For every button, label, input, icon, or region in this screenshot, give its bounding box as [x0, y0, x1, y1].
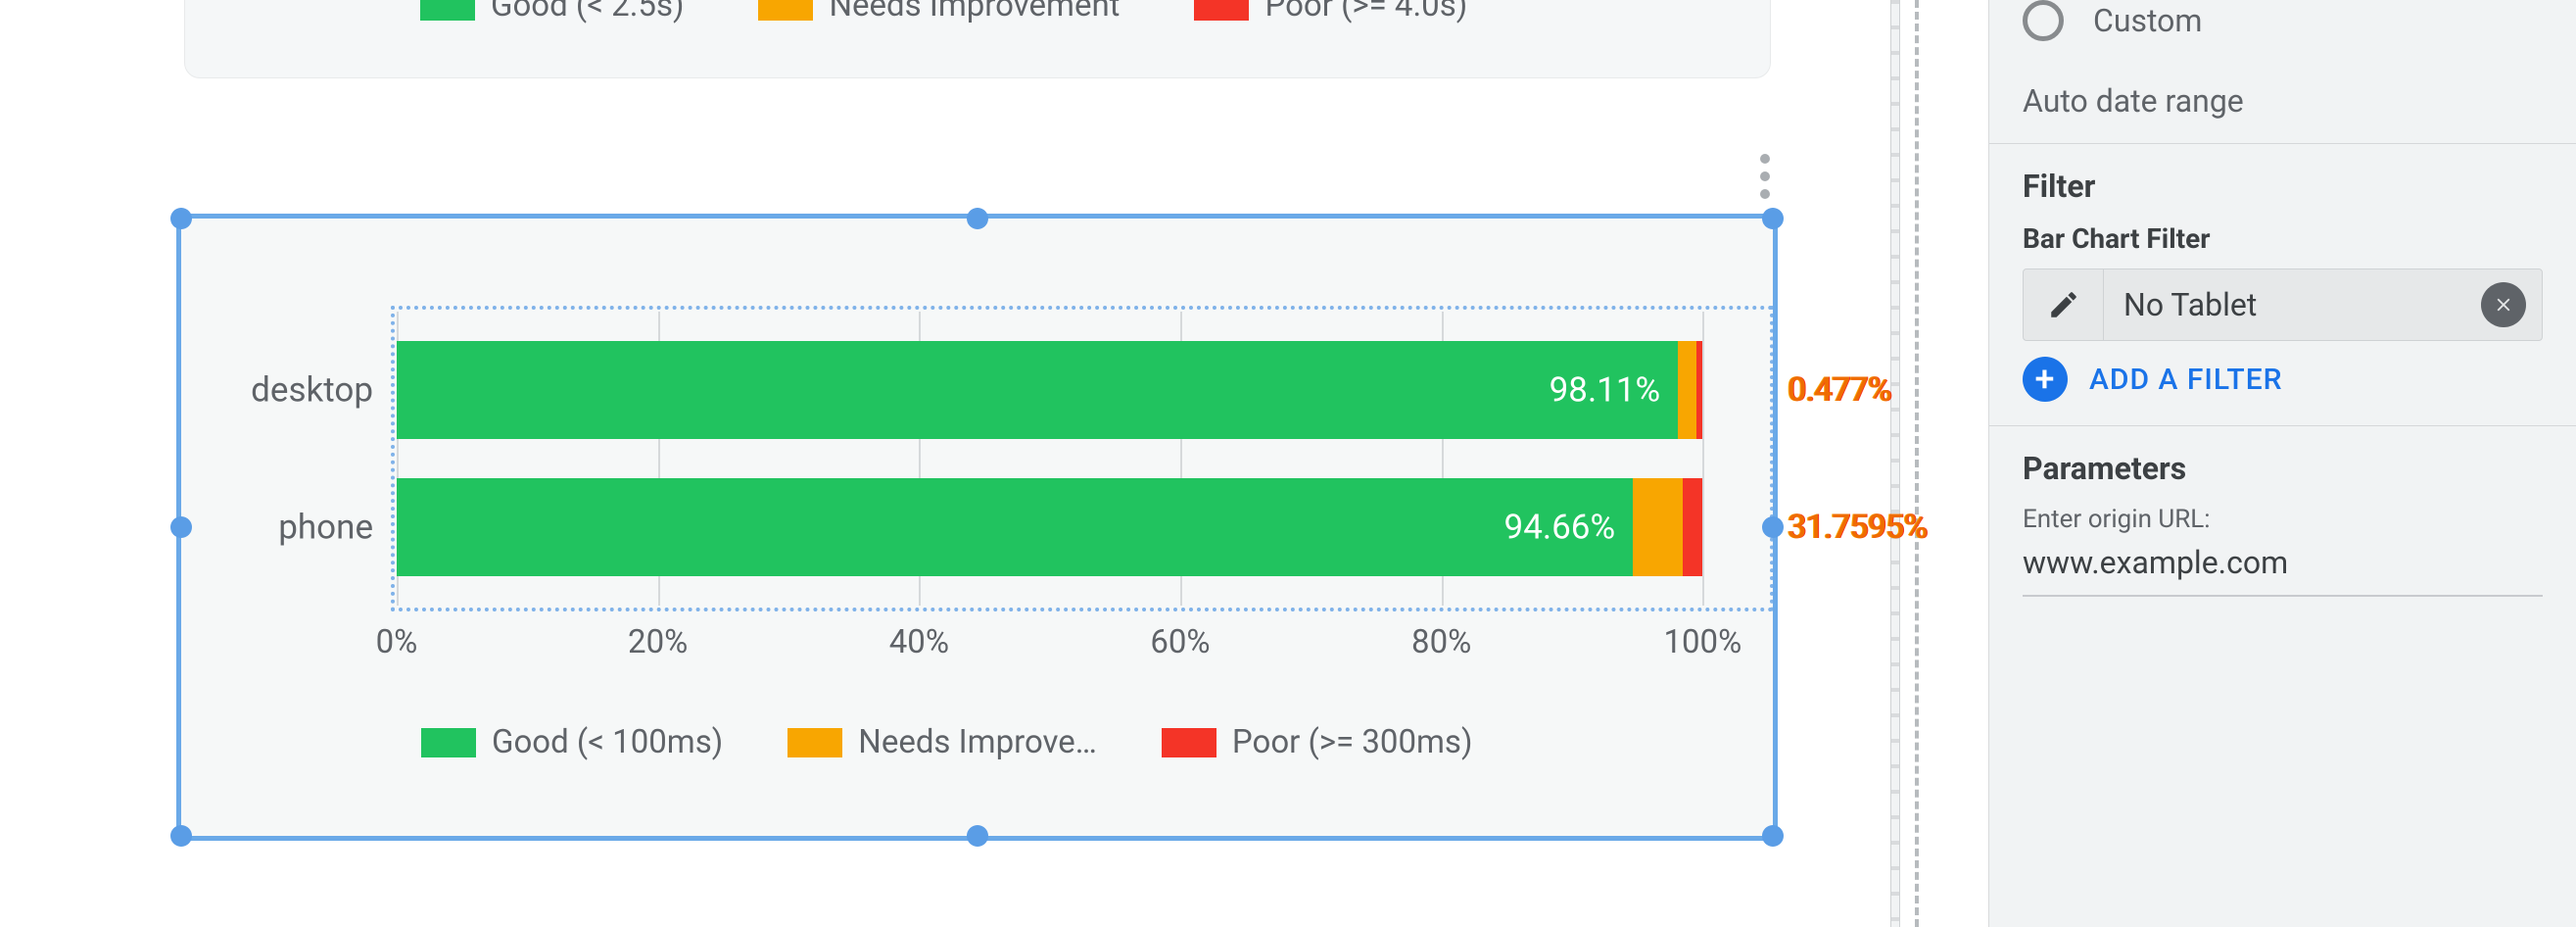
canvas-ruler	[1890, 0, 1900, 927]
legend-item-need: Needs Improvement	[758, 0, 1120, 24]
bar-value-overlap: 0.477%	[1788, 370, 1891, 410]
resize-handle-n[interactable]	[967, 208, 988, 229]
remove-filter-button[interactable]	[2481, 282, 2526, 327]
legend-item-good: Good (< 2.5s)	[420, 0, 684, 24]
filter-subheading: Bar Chart Filter	[2023, 222, 2543, 255]
param-value-input[interactable]: www.example.com	[2023, 544, 2543, 597]
auto-date-range-label: Auto date range	[2023, 82, 2244, 120]
legend-label: Needs Improvement	[829, 0, 1120, 24]
radio-icon[interactable]	[2023, 0, 2064, 41]
add-filter-button[interactable]: + ADD A FILTER	[2023, 357, 2543, 402]
add-filter-label: ADD A FILTER	[2089, 363, 2283, 397]
swatch-poor	[1194, 0, 1249, 21]
resize-handle-e[interactable]	[1762, 516, 1784, 538]
pencil-icon	[2047, 288, 2080, 321]
swatch-need	[758, 0, 813, 21]
legend-label: Poor (>= 4.0s)	[1264, 0, 1467, 24]
param-label: Enter origin URL:	[2023, 505, 2543, 534]
legend-label: Good (< 2.5s)	[491, 0, 684, 24]
date-range-custom-row[interactable]: Custom	[1989, 0, 2576, 53]
upper-chart-card-partial: Good (< 2.5s) Needs Improvement Poor (>=…	[184, 0, 1771, 78]
resize-handle-s[interactable]	[967, 825, 988, 847]
page-boundary	[1915, 0, 1919, 927]
filter-heading: Filter	[2023, 168, 2543, 205]
resize-handle-w[interactable]	[170, 516, 192, 538]
resize-handle-sw[interactable]	[170, 825, 192, 847]
legend-item-poor: Poor (>= 4.0s)	[1194, 0, 1467, 24]
close-icon	[2493, 294, 2514, 316]
chart-more-button[interactable]	[1743, 147, 1787, 206]
upper-legend: Good (< 2.5s) Needs Improvement Poor (>=…	[420, 0, 1467, 24]
edit-filter-button[interactable]	[2024, 269, 2104, 340]
swatch-good	[420, 0, 475, 21]
bar-value-overlap: 31.7595%	[1788, 508, 1927, 547]
resize-handle-ne[interactable]	[1762, 208, 1784, 229]
parameters-heading: Parameters	[2023, 450, 2543, 487]
properties-panel: Custom Auto date range Filter Bar Chart …	[1988, 0, 2576, 927]
filter-chip: No Tablet	[2023, 268, 2543, 341]
radio-label: Custom	[2093, 2, 2202, 39]
filter-chip-label[interactable]: No Tablet	[2104, 286, 2481, 323]
resize-handle-nw[interactable]	[170, 208, 192, 229]
plus-icon: +	[2023, 357, 2068, 402]
resize-handle-se[interactable]	[1762, 825, 1784, 847]
selection-frame[interactable]	[176, 214, 1778, 841]
